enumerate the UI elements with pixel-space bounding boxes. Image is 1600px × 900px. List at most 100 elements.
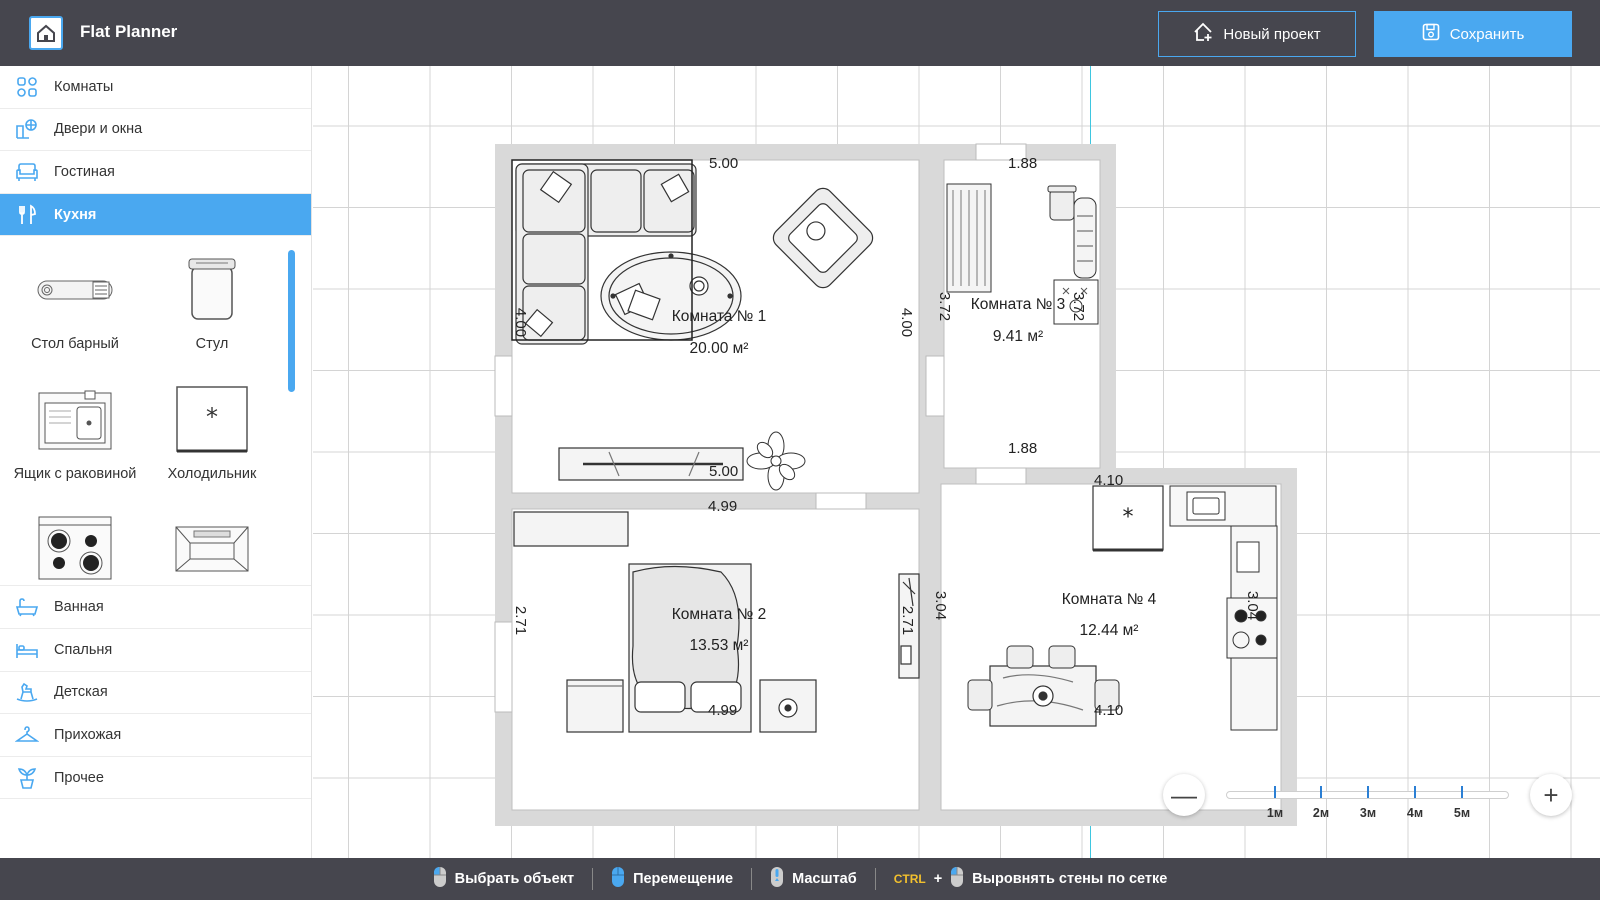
category-label: Комнаты [54,78,114,95]
new-project-label: Новый проект [1223,25,1321,43]
kitchen-icon [14,202,40,228]
chair-icon [142,250,282,330]
wardrobe[interactable] [513,511,629,547]
hint-select-label: Выбрать объект [454,871,575,887]
house-plus-icon [1193,22,1215,46]
category-kitchen[interactable]: Кухня [0,193,311,237]
rocking-horse-icon [14,679,40,705]
scale-label: 1м [1266,806,1284,820]
item-label: Стул [195,336,229,353]
app-root: Flat Planner Новый проект Сохранить Комн… [0,0,1600,900]
category-hallway[interactable]: Прихожая [0,714,311,757]
scale-label: 2м [1312,806,1330,820]
category-other[interactable]: Прочее [0,757,311,800]
plus-sign: + [933,871,943,887]
nightstand[interactable] [566,679,624,733]
hint-align-label: Выровнять стены по сетке [972,871,1168,887]
item-label: Холодильник [167,466,257,483]
item-chair[interactable]: Стул [142,250,282,352]
category-living-room[interactable]: Гостиная [0,151,311,194]
bar-table[interactable] [1073,197,1097,279]
category-label: Ванная [54,599,104,616]
plus-icon: + [1543,779,1559,810]
zoom-out-button[interactable]: — [1163,774,1205,816]
dim-room4-bottom: 4.10 [1094,702,1124,719]
dim-room4-right: 3.04 [1244,590,1262,621]
radiator-shelf[interactable] [946,183,992,293]
door-opening [815,492,867,510]
zoom-in-button[interactable]: + [1530,774,1572,816]
category-label: Детская [54,684,108,701]
status-bar: Выбрать объект Перемещение Масштаб CTRL … [0,858,1600,900]
bed-icon [14,637,40,663]
room-3-name: Комната № 3 [970,296,1066,313]
new-project-button[interactable]: Новый проект [1158,11,1356,57]
dim-room1-top: 5.00 [709,155,739,172]
window [494,621,513,713]
floppy-icon [1422,23,1440,45]
save-button[interactable]: Сохранить [1374,11,1572,57]
item-fridge[interactable]: * Холодильник [142,380,282,482]
room-2-name: Комната № 2 [671,606,767,623]
mouse-left-click-icon [950,866,964,892]
coffee-table[interactable] [600,251,742,341]
hint-zoom-label: Масштаб [792,871,857,887]
plan-canvas[interactable]: * 5.00 5.00 4.00 4.00 4.99 4.99 2.71 2.7… [313,66,1600,858]
bar-chair[interactable] [1047,185,1077,221]
door-opening [975,467,1027,485]
dim-room2-right: 2.71 [899,605,917,636]
rooms-icon [14,74,40,100]
scale-tick [1367,786,1369,798]
dim-room2-top: 4.99 [708,498,738,515]
top-bar: Flat Planner Новый проект Сохранить [0,0,1600,66]
item-bar-table[interactable]: Стол барный [5,250,145,352]
category-label: Гостиная [54,163,115,180]
scale-tick [1414,786,1416,798]
category-doors-windows[interactable]: Двери и окна [0,109,311,152]
floor-plan[interactable]: * [313,66,1600,858]
dining-table[interactable] [989,665,1097,727]
hood-icon [142,508,282,585]
room-4-name: Комната № 4 [1061,591,1157,608]
ctrl-key: CTRL [893,872,926,886]
bathtub-icon [14,594,40,620]
item-sink-cabinet[interactable]: Ящик с раковиной [5,380,145,482]
scale-tick [1274,786,1276,798]
dim-room1-left: 4.00 [512,307,530,338]
category-kids-room[interactable]: Детская [0,672,311,715]
dim-room3-bottom: 1.88 [1008,440,1038,457]
scale-label: 5м [1453,806,1471,820]
category-rooms[interactable]: Комнаты [0,66,311,109]
item-stove[interactable] [5,508,145,585]
mouse-left-click-icon [433,866,447,892]
snowflake-icon: * [1123,505,1134,530]
fridge-icon: * [142,380,282,460]
mouse-wheel-icon [770,866,784,892]
items-scrollbar[interactable] [288,250,295,393]
room-3-area: 9.41 м² [992,328,1044,345]
hint-move-label: Перемещение [633,871,734,887]
sofa-icon [14,159,40,185]
room-4-area: 12.44 м² [1079,622,1139,639]
scale-label: 3м [1359,806,1377,820]
divider [592,868,594,890]
category-bathroom[interactable]: Ванная [0,586,311,629]
item-label: Ящик с раковиной [13,466,137,483]
hint-select: Выбрать объект [433,866,574,892]
dim-room4-top: 4.10 [1094,472,1124,489]
mouse-drag-icon [611,866,625,892]
bar-table-icon [5,250,145,330]
svg-text:*: * [206,403,218,431]
dim-room2-left: 2.71 [512,605,530,636]
door-opening [925,355,945,417]
plant-icon [14,765,40,791]
category-label: Спальня [54,641,113,658]
category-bedroom[interactable]: Спальня [0,629,311,672]
app-title: Flat Planner [80,22,178,41]
nightstand-with-plant[interactable] [759,679,817,733]
room-1-area: 20.00 м² [689,340,749,357]
item-hood[interactable] [142,508,282,585]
minus-icon: — [1171,779,1197,810]
sink-cabinet-icon [5,380,145,460]
divider [751,868,753,890]
